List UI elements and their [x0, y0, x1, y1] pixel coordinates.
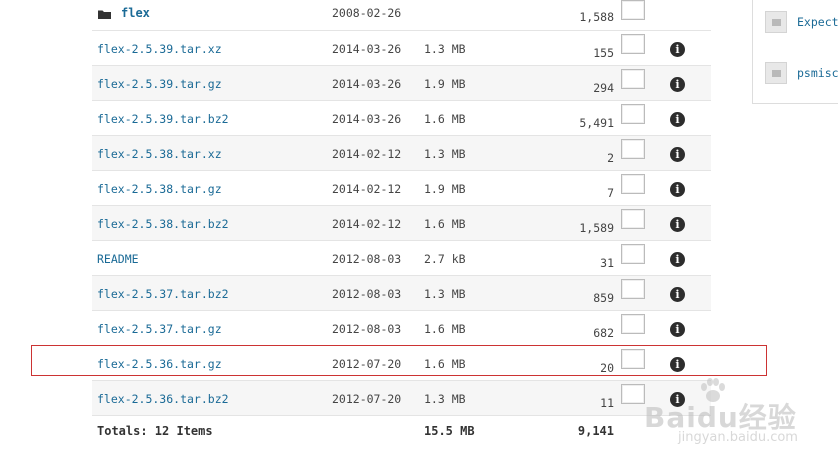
file-name-link[interactable]: flex-2.5.36.tar.gz [97, 357, 222, 371]
stats-chart-box[interactable] [621, 314, 645, 334]
stats-chart-box[interactable] [621, 384, 645, 404]
info-icon[interactable]: i [670, 287, 685, 302]
file-date: 2012-08-03 [332, 322, 402, 336]
file-name-link[interactable]: flex-2.5.39.tar.gz [97, 77, 222, 91]
stats-chart-box[interactable] [621, 209, 645, 229]
file-download-count: 2 [607, 151, 614, 165]
file-size: 2.7 kB [424, 252, 466, 266]
file-row[interactable]: README 2012-08-03 2.7 kB 31 i [92, 241, 711, 276]
totals-row: Totals: 12 Items 15.5 MB 9,141 [92, 416, 711, 446]
file-date: 2012-08-03 [332, 287, 402, 301]
file-row[interactable]: flex-2.5.37.tar.gz 2012-08-03 1.6 MB 682… [92, 311, 711, 346]
file-date: 2014-02-12 [332, 147, 402, 161]
related-project-link[interactable]: Expect [797, 15, 838, 29]
file-row[interactable]: flex-2.5.38.tar.gz 2014-02-12 1.9 MB 7 i [92, 171, 711, 206]
info-icon[interactable]: i [670, 42, 685, 57]
file-size: 1.3 MB [424, 287, 466, 301]
stats-chart-box[interactable] [621, 69, 645, 89]
file-size: 1.6 MB [424, 357, 466, 371]
file-name-link[interactable]: flex-2.5.39.tar.bz2 [97, 112, 229, 126]
stats-chart-box[interactable] [621, 244, 645, 264]
project-thumbnail-icon [765, 62, 787, 84]
stats-chart-box[interactable] [621, 0, 645, 20]
info-icon[interactable]: i [670, 217, 685, 232]
file-row[interactable]: flex-2.5.38.tar.bz2 2014-02-12 1.6 MB 1,… [92, 206, 711, 241]
file-row[interactable]: flex-2.5.36.tar.bz2 2012-07-20 1.3 MB 11… [92, 381, 711, 416]
file-date: 2012-08-03 [332, 252, 402, 266]
info-icon[interactable]: i [670, 77, 685, 92]
file-download-count: 155 [593, 46, 614, 60]
file-download-count: 682 [593, 326, 614, 340]
related-project-item[interactable]: psmisc [765, 62, 838, 86]
file-row[interactable]: flex-2.5.39.tar.xz 2014-03-26 1.3 MB 155… [92, 31, 711, 66]
file-date: 2014-03-26 [332, 42, 402, 56]
file-download-count: 31 [600, 256, 614, 270]
folder-download-count: 1,588 [579, 10, 614, 24]
folder-row[interactable]: flex 2008-02-26 1,588 [92, 0, 711, 31]
info-icon[interactable]: i [670, 357, 685, 372]
file-size: 1.6 MB [424, 112, 466, 126]
info-icon[interactable]: i [670, 182, 685, 197]
file-table: flex 2008-02-26 1,588 flex-2.5.39.tar.xz… [92, 0, 711, 446]
folder-date: 2008-02-26 [332, 6, 402, 20]
file-name-link[interactable]: flex-2.5.39.tar.xz [97, 42, 222, 56]
file-size: 1.3 MB [424, 42, 466, 56]
file-name-link[interactable]: flex-2.5.38.tar.gz [97, 182, 222, 196]
stats-chart-box[interactable] [621, 104, 645, 124]
file-size: 1.3 MB [424, 147, 466, 161]
file-row[interactable]: flex-2.5.39.tar.bz2 2014-03-26 1.6 MB 5,… [92, 101, 711, 136]
file-date: 2012-07-20 [332, 392, 402, 406]
file-name-link[interactable]: flex-2.5.36.tar.bz2 [97, 392, 229, 406]
file-name-link[interactable]: flex-2.5.37.tar.bz2 [97, 287, 229, 301]
file-download-count: 1,589 [579, 221, 614, 235]
stats-chart-box[interactable] [621, 34, 645, 54]
file-row[interactable]: flex-2.5.39.tar.gz 2014-03-26 1.9 MB 294… [92, 66, 711, 101]
stats-chart-box[interactable] [621, 279, 645, 299]
file-download-count: 5,491 [579, 116, 614, 130]
file-date: 2012-07-20 [332, 357, 402, 371]
stats-chart-box[interactable] [621, 139, 645, 159]
related-project-link[interactable]: psmisc [797, 66, 838, 80]
stats-chart-box[interactable] [621, 349, 645, 369]
project-thumbnail-icon [765, 11, 787, 33]
file-download-count: 11 [600, 396, 614, 410]
info-icon[interactable]: i [670, 147, 685, 162]
file-date: 2014-02-12 [332, 217, 402, 231]
file-size: 1.6 MB [424, 322, 466, 336]
totals-count: 9,141 [577, 424, 614, 438]
info-icon[interactable]: i [670, 112, 685, 127]
file-name-link[interactable]: flex-2.5.38.tar.bz2 [97, 217, 229, 231]
file-name-link[interactable]: README [97, 252, 139, 266]
folder-name-link[interactable]: flex [121, 6, 150, 20]
file-download-count: 859 [593, 291, 614, 305]
file-row[interactable]: flex-2.5.37.tar.bz2 2012-08-03 1.3 MB 85… [92, 276, 711, 311]
file-row[interactable]: flex-2.5.36.tar.gz 2012-07-20 1.6 MB 20 … [92, 346, 711, 381]
related-projects-panel: Expect psmisc [752, 0, 838, 104]
info-icon[interactable]: i [670, 252, 685, 267]
file-size: 1.9 MB [424, 77, 466, 91]
stats-chart-box[interactable] [621, 174, 645, 194]
info-icon[interactable]: i [670, 322, 685, 337]
totals-label: Totals: 12 Items [97, 424, 213, 438]
file-row[interactable]: flex-2.5.38.tar.xz 2014-02-12 1.3 MB 2 i [92, 136, 711, 171]
file-size: 1.9 MB [424, 182, 466, 196]
file-date: 2014-03-26 [332, 112, 402, 126]
file-date: 2014-02-12 [332, 182, 402, 196]
file-name-link[interactable]: flex-2.5.38.tar.xz [97, 147, 222, 161]
file-date: 2014-03-26 [332, 77, 402, 91]
file-download-count: 7 [607, 186, 614, 200]
info-icon[interactable]: i [670, 392, 685, 407]
file-size: 1.6 MB [424, 217, 466, 231]
file-size: 1.3 MB [424, 392, 466, 406]
file-download-count: 20 [600, 361, 614, 375]
file-download-count: 294 [593, 81, 614, 95]
folder-icon [98, 10, 111, 19]
totals-size: 15.5 MB [424, 424, 475, 438]
file-name-link[interactable]: flex-2.5.37.tar.gz [97, 322, 222, 336]
related-project-item[interactable]: Expect [765, 11, 838, 35]
